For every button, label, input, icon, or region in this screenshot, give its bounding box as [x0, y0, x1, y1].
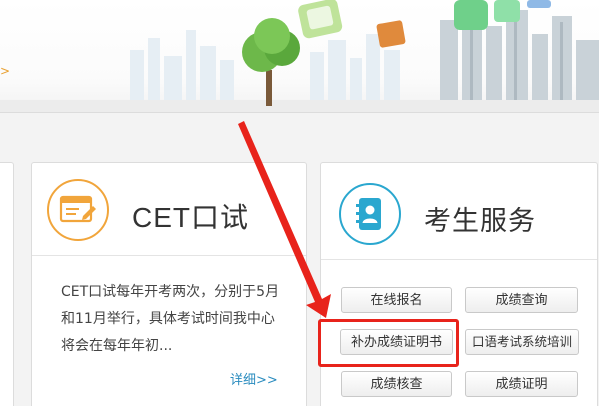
address-book-icon — [339, 183, 401, 245]
cet-details-link[interactable]: 详细>> — [230, 369, 278, 388]
cet-oral-panel: CET口试 CET口试每年开考两次，分别于5月和11月举行，具体考试时间我中心将… — [31, 162, 307, 406]
header-banner: > — [0, 0, 599, 112]
online-registration-button[interactable]: 在线报名 — [341, 287, 452, 313]
makeup-certificate-button[interactable]: 补办成绩证明书 — [340, 329, 453, 355]
score-query-button[interactable]: 成绩查询 — [465, 287, 578, 313]
banner-divider — [0, 112, 599, 113]
candidate-services-panel: 考生服务 在线报名 成绩查询 补办成绩证明书 口语考试系统培训 成绩核查 成绩证… — [320, 162, 598, 406]
certificate-icon — [47, 179, 109, 241]
score-certificate-button[interactable]: 成绩证明 — [465, 371, 578, 397]
banner-nav-arrow[interactable]: > — [0, 64, 10, 78]
city-skyline-illustration — [0, 0, 599, 112]
cet-panel-title: CET口试 — [132, 202, 250, 233]
cet-description: CET口试每年开考两次，分别于5月和11月举行，具体考试时间我中心将会在每年年初… — [61, 284, 280, 354]
cet-panel-header: CET口试 — [32, 163, 306, 256]
services-panel-title: 考生服务 — [424, 206, 536, 237]
oral-training-button[interactable]: 口语考试系统培训 — [465, 329, 579, 355]
services-panel-header: 考生服务 — [321, 163, 597, 260]
score-verification-button[interactable]: 成绩核查 — [341, 371, 452, 397]
left-panel-edge — [0, 162, 14, 406]
